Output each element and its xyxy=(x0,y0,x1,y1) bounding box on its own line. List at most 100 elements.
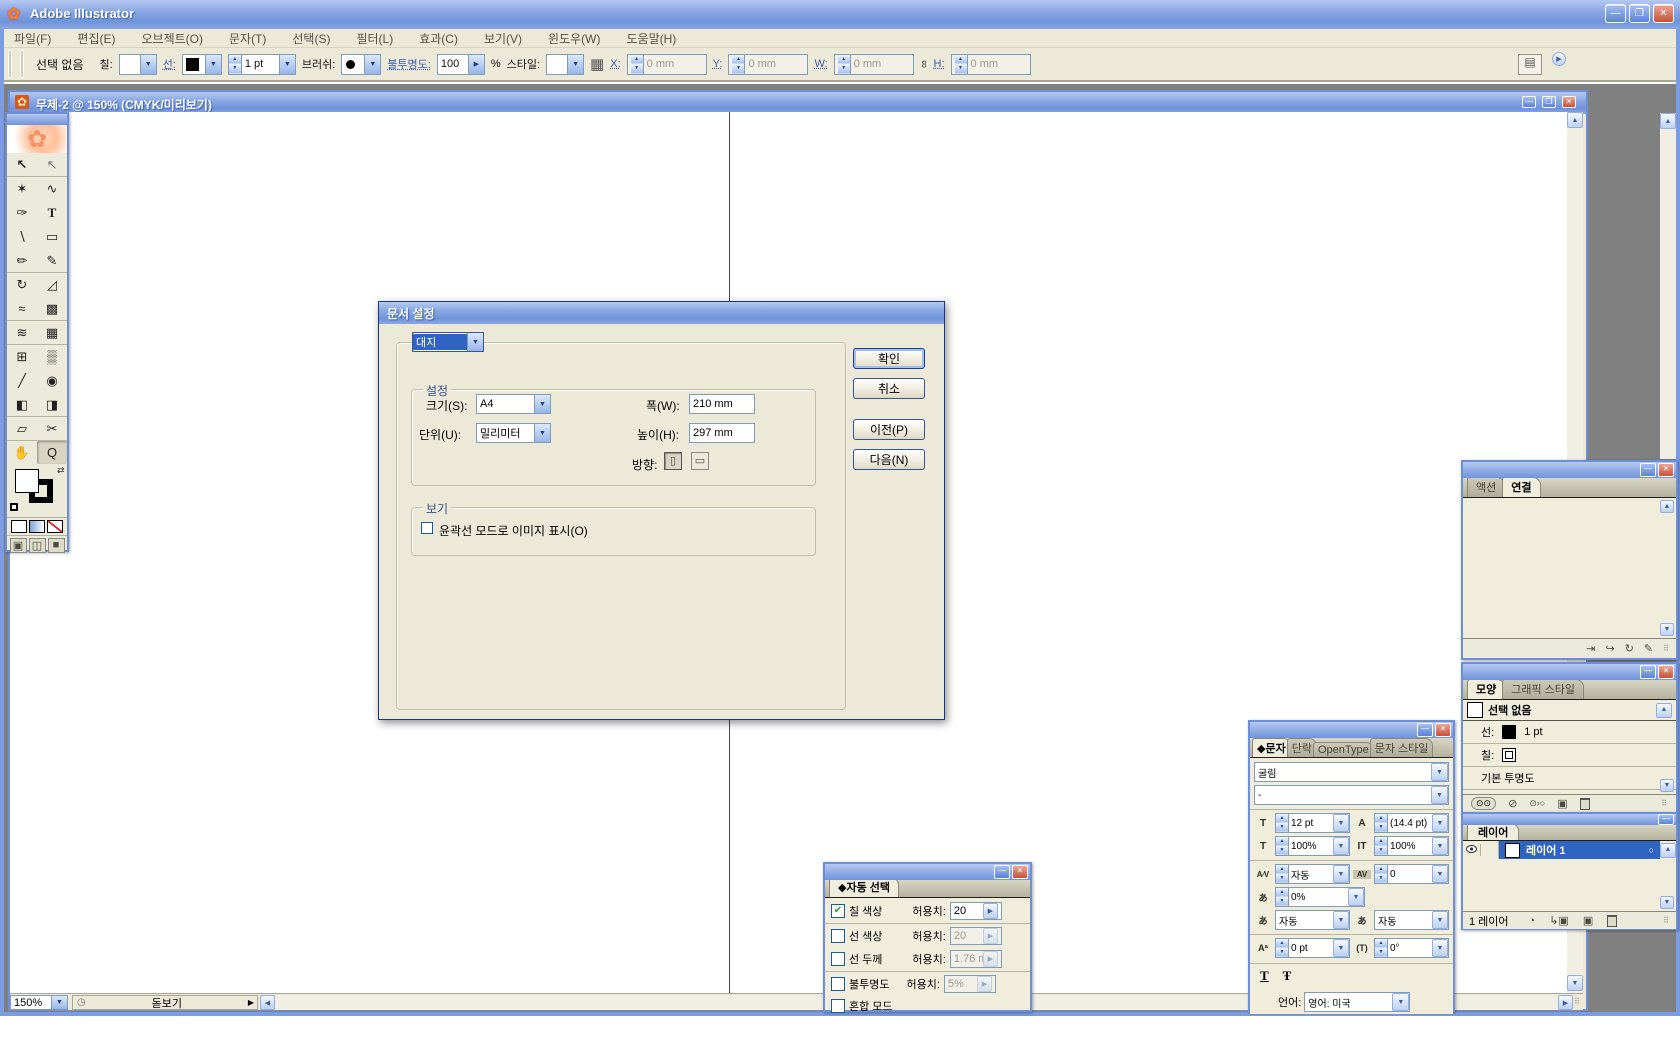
gradient-tool[interactable]: ▒ xyxy=(37,345,67,368)
palette-minimize-button[interactable]: — xyxy=(994,865,1010,879)
tolerance-stepper-icon[interactable]: ▶ xyxy=(983,903,998,919)
blend-mode-checkbox[interactable] xyxy=(831,999,845,1013)
document-title-bar[interactable]: ✿ 무제-2 @ 150% (CMYK/미리보기) — ❐ ✕ xyxy=(10,92,1586,114)
color-button[interactable] xyxy=(11,520,27,533)
unit-combo[interactable]: 밀리미터 ▼ xyxy=(476,423,551,443)
new-sublayer-icon[interactable]: ↳▣ xyxy=(1549,914,1569,927)
dropdown-arrow-icon[interactable]: ▼ xyxy=(1432,865,1448,883)
standard-screen-mode-button[interactable]: ▣ xyxy=(10,538,27,553)
menu-type[interactable]: 문자(T) xyxy=(229,30,266,47)
tab-links[interactable]: 연결 xyxy=(1502,478,1540,497)
spinner[interactable]: ▲▼ xyxy=(1375,814,1388,832)
lasso-tool[interactable]: ∿ xyxy=(37,177,67,200)
column-graph-tool[interactable]: ▦ xyxy=(37,321,67,344)
clipping-mask-icon[interactable]: ◔ xyxy=(1529,915,1536,927)
strikethrough-button[interactable]: Ŧ xyxy=(1283,968,1292,984)
fill-color-combo[interactable]: ▼ xyxy=(119,54,157,75)
opacity-stepper-icon[interactable]: ▶ xyxy=(468,55,484,74)
live-paint-selection-tool[interactable]: ◨ xyxy=(37,393,67,416)
appearance-row-transparency[interactable]: 기본 투명도 xyxy=(1463,767,1676,790)
go-to-bridge-button[interactable]: ▤ xyxy=(1518,54,1542,75)
gradient-button[interactable] xyxy=(29,520,45,533)
palette-resize-grip[interactable]: ⠿ xyxy=(1663,916,1670,925)
h-spinner[interactable]: ▲▼ xyxy=(955,55,968,74)
tab-layers[interactable]: 레이어 xyxy=(1467,825,1519,840)
palette-minimize-button[interactable]: — xyxy=(1640,463,1656,477)
scroll-down-icon[interactable]: ▼ xyxy=(1660,896,1674,909)
section-select-combo[interactable]: 대지 ▼ xyxy=(412,332,484,352)
hand-tool[interactable]: ✋ xyxy=(7,441,37,464)
outline-mode-checkbox[interactable] xyxy=(421,522,433,534)
stroke-weight-spinner[interactable]: ▲ ▼ xyxy=(229,55,242,74)
menu-effect[interactable]: 효과(C) xyxy=(419,30,458,47)
layer-selected-area[interactable]: 레이어 1 ○ xyxy=(1499,841,1660,859)
menu-select[interactable]: 선택(S) xyxy=(292,30,330,47)
visibility-cell[interactable] xyxy=(1463,844,1481,856)
links-content[interactable]: ▲ ▼ xyxy=(1463,498,1676,638)
dropdown-arrow-icon[interactable]: ▼ xyxy=(1333,814,1349,832)
slice-tool[interactable]: ▱ xyxy=(7,417,37,440)
tab-character-styles[interactable]: 문자 스타일 xyxy=(1370,738,1434,757)
relink-icon[interactable]: ⇥ xyxy=(1586,642,1595,655)
baseline-shift-field[interactable]: ▲▼ 0 pt ▼ xyxy=(1275,938,1350,958)
menu-file[interactable]: 파일(F) xyxy=(14,30,51,47)
next-button[interactable]: 다음(N) xyxy=(853,449,925,470)
scroll-right-icon[interactable]: ▶ xyxy=(1558,995,1573,1010)
palette-close-button[interactable]: ✕ xyxy=(1658,463,1674,477)
default-fill-stroke-icon[interactable] xyxy=(10,503,18,511)
close-button[interactable]: ✕ xyxy=(1653,4,1674,23)
trash-icon[interactable] xyxy=(1580,798,1590,810)
palette-close-button[interactable]: ✕ xyxy=(1435,723,1451,737)
status-menu-arrow-icon[interactable]: ▶ xyxy=(248,998,254,1007)
spinner[interactable]: ▲▼ xyxy=(1375,865,1388,883)
symbol-sprayer-tool[interactable]: ≋ xyxy=(7,321,37,344)
tab-graphic-styles[interactable]: 그래픽 스타일 xyxy=(1502,680,1584,699)
tab-character[interactable]: ◆문자 xyxy=(1252,738,1291,757)
opacity-checkbox[interactable] xyxy=(831,977,845,991)
spin-down-icon[interactable]: ▼ xyxy=(229,64,241,74)
status-field[interactable]: ◷ 돋보기 ▶ xyxy=(72,995,258,1010)
x-label[interactable]: X: xyxy=(610,58,620,70)
palette-close-button[interactable]: ✕ xyxy=(1012,865,1028,879)
horizontal-scale-field[interactable]: ▲▼ 100% ▼ xyxy=(1275,836,1350,856)
menu-filter[interactable]: 필터(L) xyxy=(356,30,393,47)
width-field[interactable]: 210 mm xyxy=(689,394,755,414)
free-transform-tool[interactable]: ▩ xyxy=(37,297,67,320)
links-title-bar[interactable]: — ✕ xyxy=(1463,462,1676,478)
appearance-row-fill[interactable]: 칠: xyxy=(1463,744,1676,767)
stroke-weight-checkbox[interactable] xyxy=(831,952,845,966)
tab-appearance[interactable]: 모양 xyxy=(1467,680,1505,699)
palette-minimize-button[interactable]: — xyxy=(1417,723,1433,737)
menu-view[interactable]: 보기(V) xyxy=(484,30,522,47)
fullscreen-menu-mode-button[interactable]: ◫ xyxy=(29,538,46,553)
swap-fill-stroke-icon[interactable]: ⇄ xyxy=(57,465,65,476)
dropdown-arrow-icon[interactable]: ▼ xyxy=(1333,865,1349,883)
rotate-tool[interactable]: ↻ xyxy=(7,273,37,296)
magic-wand-title-bar[interactable]: — ✕ xyxy=(825,864,1030,880)
dropdown-arrow-icon[interactable]: ▼ xyxy=(1392,993,1409,1011)
stroke-label[interactable]: 선: xyxy=(163,56,176,72)
rectangle-tool[interactable]: ▭ xyxy=(37,225,67,248)
type-tool[interactable]: T xyxy=(37,201,67,224)
dropdown-arrow-icon[interactable]: ▼ xyxy=(567,55,583,74)
dropdown-arrow-icon[interactable]: ▼ xyxy=(205,55,221,74)
lock-cell[interactable] xyxy=(1481,841,1499,859)
direct-selection-tool[interactable]: ↖ xyxy=(37,153,67,176)
minimize-button[interactable]: — xyxy=(1605,4,1626,23)
scroll-up-icon[interactable]: ▲ xyxy=(1567,112,1583,128)
dropdown-arrow-icon[interactable]: ▼ xyxy=(534,424,550,442)
dropdown-arrow-icon[interactable]: ▼ xyxy=(534,395,550,413)
constrain-chain-icon[interactable]: ∞ xyxy=(918,60,930,68)
fill-color-checkbox[interactable]: ✔ xyxy=(831,904,845,918)
spin-up-icon[interactable]: ▲ xyxy=(229,55,241,65)
scroll-up-icon[interactable]: ▲ xyxy=(1656,703,1672,718)
tab-magic-wand[interactable]: ◆자동 선택 xyxy=(829,880,899,897)
x-spinner[interactable]: ▲▼ xyxy=(631,55,644,74)
duplicate-appearance-icon[interactable]: ⊙⊙ xyxy=(1471,797,1496,810)
control-bar-grip2[interactable] xyxy=(20,50,24,78)
palette-close-button[interactable]: ✕ xyxy=(1658,665,1674,679)
dropdown-arrow-icon[interactable]: ▼ xyxy=(1431,763,1448,781)
dropdown-arrow-icon[interactable]: ▼ xyxy=(1432,911,1448,929)
stroke-color-checkbox[interactable] xyxy=(831,929,845,943)
dropdown-arrow-icon[interactable]: ▼ xyxy=(1432,814,1448,832)
